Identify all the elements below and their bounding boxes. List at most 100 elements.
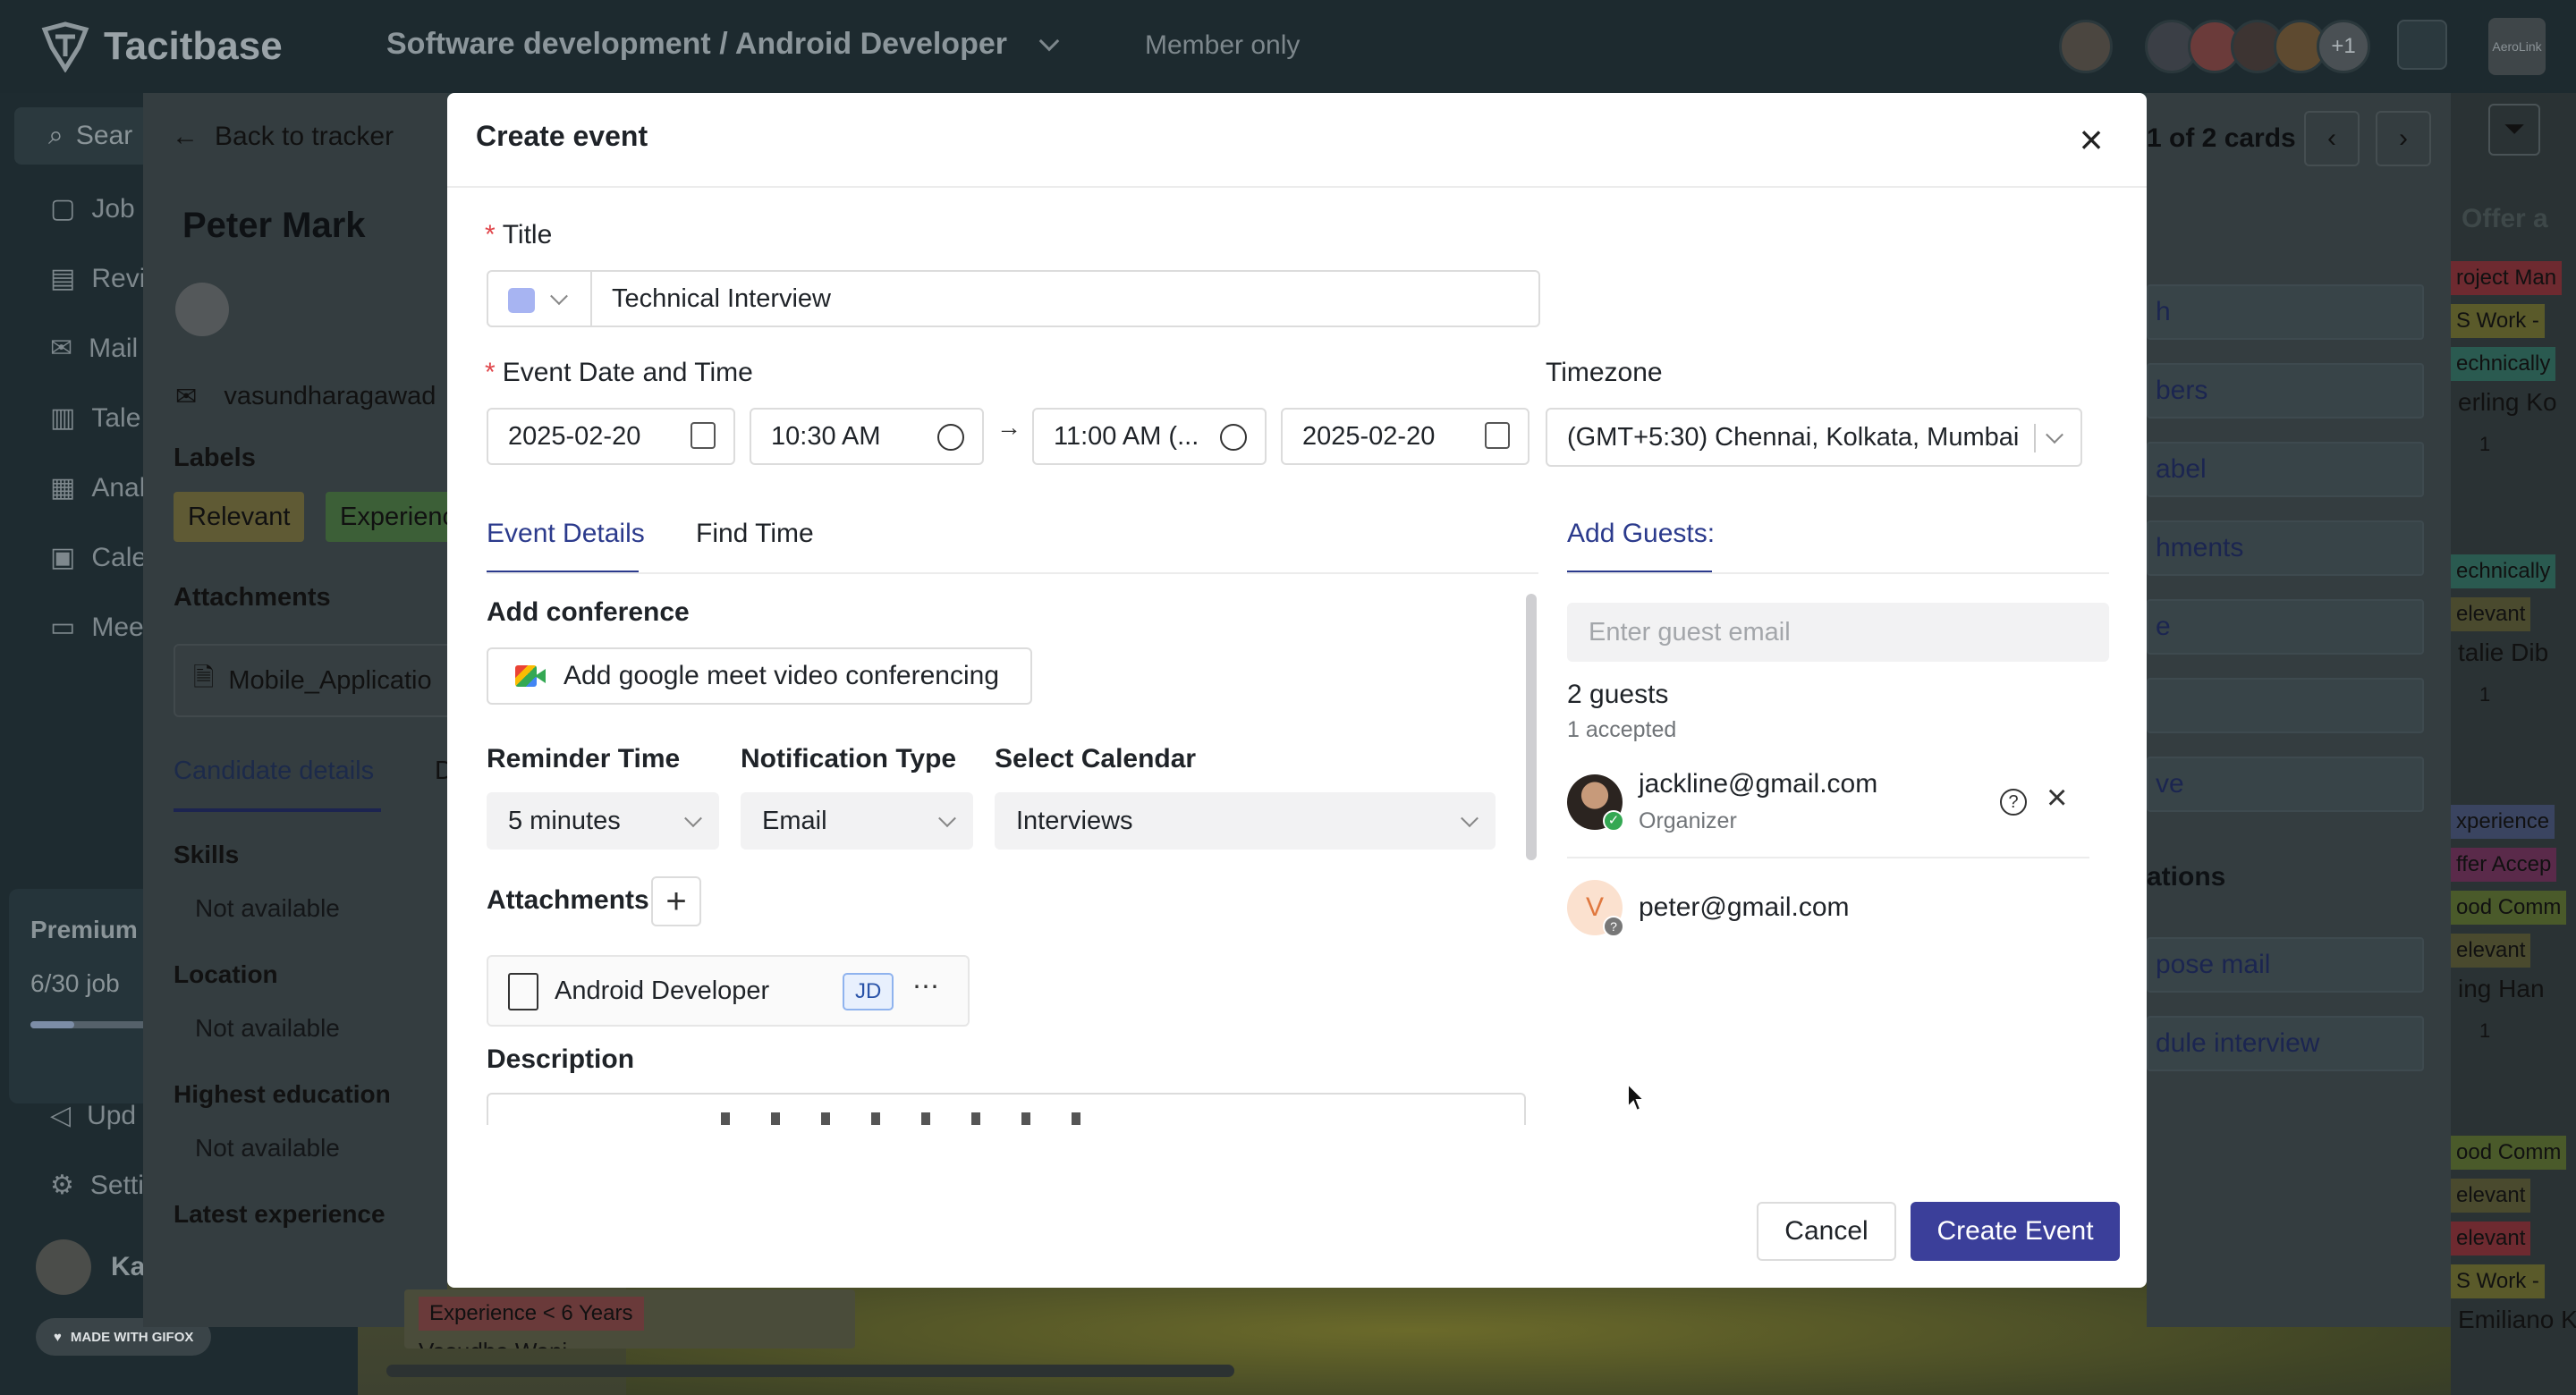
next-card-button[interactable]: ›	[2376, 111, 2431, 166]
card-count: 1 of 2 cards	[2147, 123, 2296, 153]
start-date-value: 2025-02-20	[508, 421, 641, 451]
avatar[interactable]	[175, 283, 229, 336]
avatar[interactable]	[2059, 20, 2113, 73]
tab-next[interactable]: D	[435, 757, 447, 786]
label-badge[interactable]: Relevant	[174, 492, 305, 542]
content-scrollbar[interactable]	[1526, 594, 1537, 860]
reminder-label: Reminder Time	[487, 744, 681, 774]
action-label[interactable]: abel	[2147, 442, 2424, 497]
description-editor[interactable]	[487, 1093, 1526, 1125]
close-icon[interactable]: ×	[2072, 119, 2111, 160]
user-icon[interactable]	[2397, 20, 2447, 70]
brand-name: Tacitbase	[104, 24, 283, 68]
guest-row[interactable]: V ? peter@gmail.com	[1567, 871, 2089, 943]
sidebar-item-review[interactable]: ▤ Revi	[50, 263, 145, 294]
tracker-actions: 1 of 2 cards ‹ › h bers abel hments e ve…	[2147, 93, 2451, 1327]
column-title: Offer a	[2462, 204, 2548, 233]
reminder-select[interactable]: 5 minutes	[487, 792, 719, 850]
pdf-file-icon	[508, 973, 538, 1010]
tab-candidate-details[interactable]: Candidate details	[174, 757, 374, 786]
start-date-field[interactable]: 2025-02-20	[487, 408, 735, 465]
guest-row[interactable]: ✓ jackline@gmail.com Organizer ? ×	[1567, 765, 2089, 858]
action-attach[interactable]: h	[2147, 284, 2424, 340]
tab-event-details[interactable]: Event Details	[487, 519, 645, 549]
breadcrumb[interactable]: Software development / Android Developer	[386, 27, 1060, 62]
add-google-meet-button[interactable]: Add google meet video conferencing	[487, 647, 1032, 705]
chevron-down-icon[interactable]	[1039, 30, 1060, 52]
board-tag: roject Man	[2451, 261, 2563, 295]
review-icon: ▤	[50, 264, 76, 293]
sidebar-item-meetings[interactable]: ▭ Mee	[50, 612, 144, 643]
action-attachments[interactable]: hments	[2147, 520, 2424, 576]
calendar-select[interactable]: Interviews	[995, 792, 1496, 850]
guest-role: Organizer	[1639, 808, 1737, 833]
premium-progress-track	[30, 1021, 156, 1028]
sidebar-item-jobs[interactable]: ▢ Job	[50, 193, 135, 224]
datetime-label: * Event Date and Time	[485, 358, 753, 388]
email-text: vasundharagawad	[224, 382, 436, 410]
start-time-field[interactable]: 10:30 AM	[750, 408, 984, 465]
avatar-more[interactable]: +1	[2317, 20, 2370, 73]
label-badge[interactable]: Experienc	[326, 492, 447, 542]
tab-find-time[interactable]: Find Time	[696, 519, 814, 549]
sidebar-item-mail[interactable]: ✉ Mail	[50, 333, 138, 364]
tab-add-guests[interactable]: Add Guests:	[1567, 519, 1715, 549]
education-value: Not available	[195, 1134, 340, 1162]
timezone-select[interactable]: (GMT+5:30) Chennai, Kolkata, Mumbai	[1546, 408, 2082, 467]
board-card-name[interactable]: Emiliano K	[2458, 1306, 2576, 1334]
back-to-tracker-link[interactable]: ← Back to tracker	[172, 122, 394, 152]
board-card[interactable]: Experience < 6 Years Vasudha Wanj	[404, 1289, 855, 1348]
remove-guest-icon[interactable]: ×	[2046, 780, 2067, 816]
action-members[interactable]: bers	[2147, 363, 2424, 418]
add-google-meet-label: Add google meet video conferencing	[564, 661, 1000, 690]
guest-count: 2 guests	[1567, 680, 1669, 709]
guest-email-input[interactable]: Enter guest email	[1567, 603, 2109, 662]
end-time-field[interactable]: 11:00 AM (...	[1032, 408, 1267, 465]
add-attachment-button[interactable]: +	[651, 876, 701, 926]
gear-icon: ⚙	[50, 1171, 74, 1200]
sidebar-item-talent[interactable]: ▥ Tale	[50, 402, 140, 434]
more-options-icon[interactable]: ⋯	[912, 971, 939, 1002]
board-tag: xperience	[2451, 805, 2555, 839]
visibility-label: Member only	[1145, 30, 1301, 60]
notification-select[interactable]: Email	[741, 792, 973, 850]
attachment-item[interactable]: Android Developer JD ⋯	[487, 955, 970, 1027]
user-profile[interactable]: Ka	[36, 1239, 145, 1295]
previous-card-button[interactable]: ‹	[2304, 111, 2360, 166]
sidebar-item-label: Mee	[91, 612, 144, 642]
sidebar-item-updates[interactable]: ◁ Upd	[50, 1100, 136, 1131]
analytics-icon: ▦	[50, 473, 76, 503]
create-event-button[interactable]: Create Event	[1911, 1202, 2120, 1261]
sidebar-item-settings[interactable]: ⚙ Setti	[50, 1170, 144, 1201]
calendar-icon: ▣	[50, 543, 76, 572]
accepted-check-icon: ✓	[1603, 810, 1624, 832]
board-card-name[interactable]: erling Ko	[2458, 388, 2557, 417]
action-schedule-interview[interactable]: dule interview	[2147, 1016, 2424, 1071]
megaphone-icon: ◁	[50, 1101, 72, 1130]
filter-icon[interactable]: ⏷	[2488, 104, 2540, 156]
help-icon[interactable]: ?	[2000, 789, 2027, 816]
cancel-button[interactable]: Cancel	[1757, 1202, 1896, 1261]
mail-icon: ✉	[175, 383, 198, 411]
action-archive[interactable]: ve	[2147, 757, 2424, 812]
org-logo[interactable]: AeroLink	[2488, 18, 2546, 75]
attachment-name: Android Developer	[555, 976, 770, 1005]
title-input[interactable]: Technical Interview	[590, 270, 1540, 327]
candidate-email[interactable]: ✉ vasundharagawad	[175, 381, 436, 412]
sidebar-item-analytics[interactable]: ▦ Anal	[50, 472, 145, 503]
pending-status-icon: ?	[1603, 916, 1624, 937]
board-card-name[interactable]: ing Han	[2458, 975, 2545, 1003]
action-copy[interactable]	[2147, 678, 2424, 733]
sidebar-item-label: Mail	[89, 333, 139, 363]
action-move[interactable]: e	[2147, 599, 2424, 655]
horizontal-scrollbar[interactable]	[386, 1365, 1234, 1377]
sidebar-item-calendar[interactable]: ▣ Cale	[50, 542, 147, 573]
attachment-item[interactable]: 🗎 Mobile_Applicatio	[174, 644, 447, 717]
action-compose-mail[interactable]: pose mail	[2147, 937, 2424, 993]
end-date-field[interactable]: 2025-02-20	[1281, 408, 1530, 465]
board-card-name[interactable]: talie Dib	[2458, 638, 2548, 667]
premium-card[interactable]: Premium 6/30 job	[9, 889, 161, 1103]
brand-logo[interactable]: Tacitbase	[39, 20, 283, 73]
event-color-picker[interactable]	[487, 270, 592, 327]
create-event-modal: Create event × * Title Technical Intervie…	[447, 93, 2147, 1288]
